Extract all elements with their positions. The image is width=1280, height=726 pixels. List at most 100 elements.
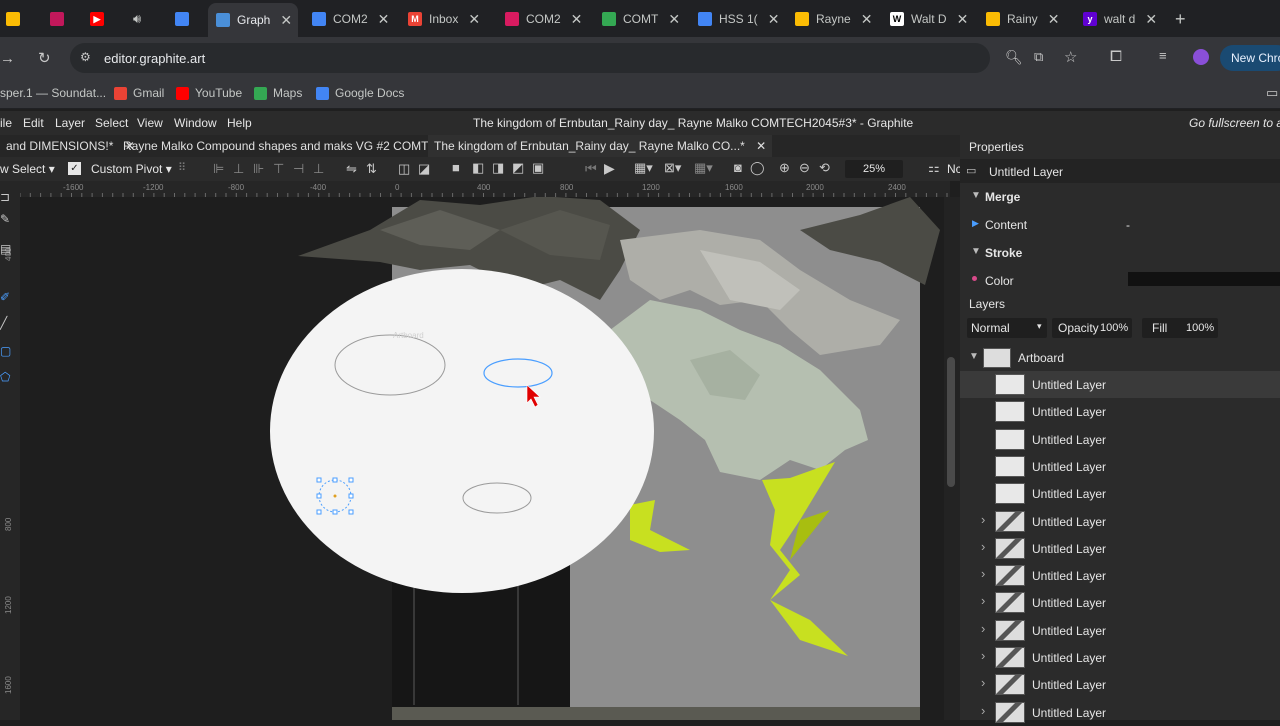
previous-frame-icon[interactable]: ⏮ — [585, 161, 597, 177]
grid-icon[interactable]: ▦▾ — [694, 160, 713, 176]
frame-tool-icon[interactable]: ▤ — [0, 242, 11, 256]
close-icon[interactable]: ✕ — [957, 11, 969, 28]
browser-tab[interactable]: COMT ✕ — [602, 5, 682, 33]
browser-tab[interactable]: Rainy ✕ — [986, 5, 1066, 33]
folder-icon[interactable]: ▭ — [1266, 85, 1278, 101]
canvas-artwork[interactable] — [20, 197, 950, 720]
fill-field[interactable]: Fill 100% — [1142, 318, 1218, 338]
overlays-icon[interactable]: ▦▾ — [634, 160, 653, 176]
browser-tab-1[interactable] — [50, 5, 78, 33]
moon-circle[interactable] — [270, 269, 654, 593]
menu-file[interactable]: ile — [0, 116, 12, 130]
reload-icon[interactable]: ↻ — [38, 49, 51, 67]
view-options-icon[interactable]: ⚏ — [928, 160, 940, 176]
layer-name-field[interactable]: Untitled Layer — [989, 165, 1063, 179]
layer-row[interactable]: Untitled Layer — [960, 398, 1280, 425]
boolean-intersect-icon[interactable]: ■ — [452, 160, 460, 175]
close-icon[interactable]: ✕ — [1145, 11, 1157, 28]
pen-tool-icon[interactable]: ✎ — [0, 212, 10, 226]
chevron-right-icon[interactable]: › — [981, 648, 985, 663]
content-row[interactable]: ▶ Content - — [960, 215, 1280, 235]
bookmark-soundation[interactable]: sper.1 — Soundat... — [0, 86, 106, 100]
layer-row[interactable]: › Untitled Layer — [960, 617, 1280, 644]
boolean-union-icon[interactable]: ◫ — [398, 161, 410, 177]
layer-row[interactable]: › Untitled Layer — [960, 508, 1280, 535]
layers-scrollbar[interactable] — [1270, 323, 1278, 720]
bookmark-youtube[interactable]: YouTube — [176, 86, 242, 100]
close-icon[interactable]: ✕ — [756, 139, 766, 153]
chevron-right-icon[interactable]: › — [981, 566, 985, 581]
menu-help[interactable]: Help — [227, 116, 252, 130]
align-top-icon[interactable]: ⊤ — [273, 161, 284, 177]
layer-row-artboard[interactable]: ▼ Artboard — [960, 344, 1280, 371]
pivot-grid-icon[interactable]: ⠿ — [178, 161, 186, 174]
play-icon[interactable]: ▶ — [604, 160, 615, 177]
view-mode-outline-icon[interactable]: ◯ — [750, 160, 765, 176]
layer-row[interactable]: › Untitled Layer — [960, 671, 1280, 698]
doc-tab-active[interactable]: The kingdom of Ernbutan_Rainy day_ Rayne… — [428, 135, 773, 157]
menu-window[interactable]: Window — [174, 116, 217, 130]
layer-row[interactable]: › Untitled Layer — [960, 535, 1280, 562]
close-icon[interactable]: ✕ — [378, 11, 390, 28]
browser-tab[interactable]: Rayne ✕ — [795, 5, 875, 33]
browser-tab-gmail[interactable]: M Inbox ✕ — [408, 5, 488, 33]
layer-row[interactable]: Untitled Layer — [960, 426, 1280, 453]
browser-tab-audio[interactable]: 🔊︎ — [133, 5, 161, 33]
merge-section[interactable]: ▼ Merge — [960, 187, 1280, 207]
artboard-label[interactable]: Artboard — [393, 331, 424, 340]
align-bottom-icon[interactable]: ⊥ — [313, 161, 324, 177]
boolean-merge-icon[interactable]: ▣ — [532, 160, 544, 176]
view-mode-normal-icon[interactable]: ◙ — [734, 160, 742, 175]
align-left-icon[interactable]: ⊫ — [213, 161, 224, 177]
align-right-icon[interactable]: ⊪ — [253, 161, 264, 177]
chevron-right-icon[interactable]: › — [981, 703, 985, 718]
layer-row[interactable]: › Untitled Layer — [960, 644, 1280, 671]
close-icon[interactable]: ✕ — [861, 11, 873, 28]
site-settings-icon[interactable]: ⚙ — [80, 50, 91, 64]
layer-row[interactable]: Untitled Layer — [960, 453, 1280, 480]
extensions-icon[interactable]: ⧠ — [1110, 48, 1122, 65]
snapping-icon[interactable]: ⊠▾ — [664, 160, 681, 176]
media-icon[interactable]: ≡ — [1159, 48, 1167, 63]
install-icon[interactable]: ⧉ — [1034, 49, 1043, 65]
browser-tab-drive[interactable] — [6, 5, 34, 33]
align-middle-icon[interactable]: ⊣ — [293, 161, 304, 177]
zoom-in-icon[interactable]: ⊕ — [779, 160, 790, 176]
avatar[interactable] — [1193, 49, 1209, 65]
rectangle-tool-icon[interactable]: ▢ — [0, 344, 11, 358]
pivot-checkbox[interactable]: ✓ — [68, 162, 81, 175]
browser-tab[interactable]: COM2 ✕ — [505, 5, 585, 33]
scrollbar-thumb[interactable] — [947, 357, 955, 487]
chevron-right-icon[interactable]: › — [981, 512, 985, 527]
shape-tool-icon[interactable]: ⊐ — [0, 190, 10, 204]
address-bar[interactable]: ⚙ editor.graphite.art — [70, 43, 990, 73]
browser-tab-graphite[interactable]: Graph ✕ — [208, 3, 298, 37]
layer-row[interactable]: › Untitled Layer — [960, 699, 1280, 726]
forward-icon[interactable]: → — [0, 50, 15, 67]
close-icon[interactable]: ✕ — [1048, 11, 1060, 28]
align-center-icon[interactable]: ⊥ — [233, 161, 244, 177]
zoom-out-icon[interactable]: ⊖ — [799, 160, 810, 176]
canvas-viewport[interactable]: Artboard — [20, 197, 950, 720]
vertical-ruler[interactable]: 400 800 1200 1600 — [0, 181, 20, 720]
chevron-right-icon[interactable]: › — [981, 539, 985, 554]
zoom-input[interactable]: 25% — [845, 160, 903, 178]
close-icon[interactable]: ✕ — [280, 12, 292, 29]
star-icon[interactable]: ☆ — [1064, 48, 1077, 66]
browser-tab-youtube[interactable]: ▶ — [90, 5, 118, 33]
stroke-color-swatch[interactable] — [1128, 272, 1280, 286]
select-mode-dropdown[interactable]: w Select ▾ — [0, 162, 55, 176]
boolean-exclude-icon[interactable]: ◩ — [512, 160, 524, 176]
polygon-tool-icon[interactable]: ⬠ — [0, 370, 10, 384]
flip-horizontal-icon[interactable]: ⇋ — [346, 161, 357, 177]
line-tool-icon[interactable]: ╱ — [0, 316, 7, 330]
blend-mode-dropdown[interactable]: Normal ▾ — [967, 318, 1047, 338]
layer-row[interactable]: › Untitled Layer — [960, 589, 1280, 616]
boolean-divide-icon[interactable]: ◨ — [492, 160, 504, 176]
browser-tab[interactable]: COM2 ✕ — [312, 5, 392, 33]
new-chrome-button[interactable]: New Chro — [1220, 45, 1280, 71]
close-icon[interactable]: ✕ — [768, 11, 780, 28]
menu-view[interactable]: View — [137, 116, 163, 130]
bookmark-google-docs[interactable]: Google Docs — [316, 86, 404, 100]
chevron-right-icon[interactable]: › — [981, 675, 985, 690]
